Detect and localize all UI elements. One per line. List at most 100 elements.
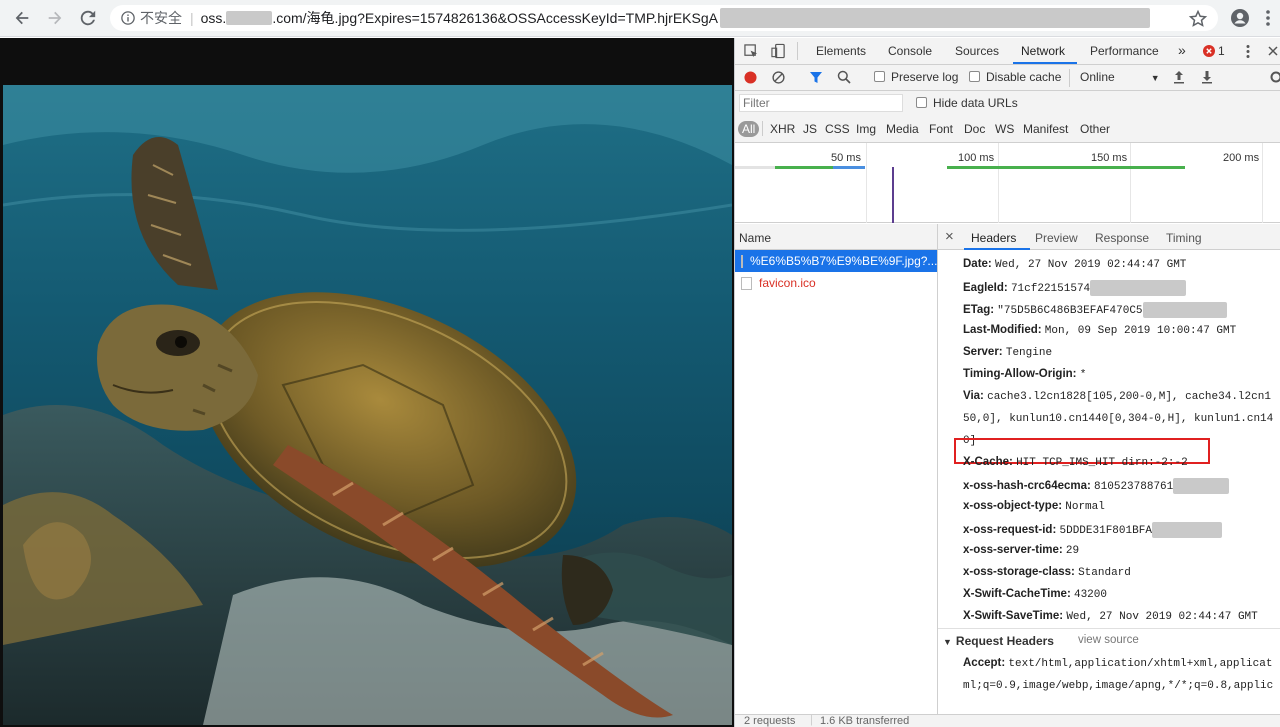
- header-row: x-oss-request-id: 5DDDE31F801BFA: [963, 522, 1222, 538]
- disable-cache-label: Disable cache: [986, 70, 1062, 84]
- hide-data-urls-checkbox[interactable]: Hide data URLs: [916, 96, 1018, 110]
- header-row: Via: cache3.l2cn1828[105,200-0,M], cache…: [963, 390, 1271, 403]
- redacted-value: [1173, 478, 1230, 494]
- type-manifest[interactable]: Manifest: [1023, 122, 1068, 136]
- clear-icon[interactable]: [772, 71, 785, 84]
- preserve-log-checkbox[interactable]: Preserve log: [874, 70, 958, 84]
- name-column-header[interactable]: Name: [735, 224, 937, 250]
- forward-arrow-icon: [48, 11, 62, 25]
- header-row: ml;q=0.9,image/webp,image/apng,*/*;q=0.8…: [963, 679, 1273, 692]
- request-headers-title: Request Headers: [955, 634, 1054, 648]
- type-all[interactable]: All: [738, 121, 760, 137]
- info-icon[interactable]: [121, 11, 135, 25]
- export-har-icon[interactable]: [1201, 70, 1213, 84]
- request-list: Name %E6%B5%B7%E9%BE%9F.jpg?... favicon.…: [735, 224, 938, 727]
- tab-console[interactable]: Console: [888, 44, 932, 58]
- url-host-prefix: oss.: [200, 10, 227, 26]
- tab-response[interactable]: Response: [1095, 231, 1149, 245]
- browser-menu-icon[interactable]: [1262, 8, 1274, 28]
- header-key: x-oss-object-type:: [963, 500, 1063, 512]
- header-key: Server:: [963, 346, 1003, 358]
- active-tab-indicator: [1013, 62, 1077, 64]
- timeline-tick-label: 50 ms: [831, 152, 861, 164]
- type-font[interactable]: Font: [929, 122, 953, 136]
- tab-sources[interactable]: Sources: [955, 44, 999, 58]
- header-key: Last-Modified:: [963, 324, 1042, 336]
- network-toolbar: Preserve log Disable cache Online ▼: [735, 65, 1280, 91]
- tab-headers[interactable]: Headers: [971, 231, 1016, 245]
- more-tabs-button[interactable]: »: [1178, 42, 1186, 58]
- timeline-overview[interactable]: 50 ms 100 ms 150 ms 200 ms: [735, 143, 1280, 223]
- reload-button[interactable]: [78, 8, 98, 28]
- header-key: x-oss-request-id:: [963, 524, 1057, 537]
- tab-timing[interactable]: Timing: [1166, 231, 1202, 245]
- header-value: 29: [1065, 545, 1080, 557]
- request-row[interactable]: favicon.ico: [735, 272, 937, 294]
- search-icon[interactable]: [837, 70, 851, 84]
- header-key: X-Swift-SaveTime:: [963, 610, 1064, 622]
- header-value: ml;q=0.9,image/webp,image/apng,*/*;q=0.8…: [963, 680, 1274, 692]
- redacted-domain: [226, 11, 273, 25]
- header-value: 50,0], kunlun10.cn1440[0,304-0,H], kunlu…: [963, 413, 1274, 425]
- reload-icon: [80, 10, 96, 26]
- type-xhr[interactable]: XHR: [770, 122, 795, 136]
- type-other[interactable]: Other: [1080, 122, 1110, 136]
- header-value: "75D5B6C486B3EFAF470C5: [997, 305, 1143, 318]
- tab-performance[interactable]: Performance: [1090, 44, 1159, 58]
- request-row[interactable]: %E6%B5%B7%E9%BE%9F.jpg?...: [735, 250, 937, 272]
- devtools-tabbar: Elements Console Sources Network Perform…: [735, 38, 1280, 65]
- dom-content-loaded-marker: [892, 167, 894, 223]
- type-media[interactable]: Media: [886, 122, 919, 136]
- type-doc[interactable]: Doc: [964, 122, 985, 136]
- inspect-element-icon[interactable]: [744, 44, 759, 59]
- devtools-menu-icon[interactable]: [1245, 44, 1251, 59]
- header-row: EagleId: 71cf22151574: [963, 280, 1187, 296]
- header-row: x-oss-object-type: Normal: [963, 500, 1105, 513]
- disable-cache-checkbox[interactable]: Disable cache: [969, 70, 1061, 84]
- record-icon[interactable]: [744, 71, 757, 84]
- header-key: Date:: [963, 258, 992, 270]
- address-bar[interactable]: 不安全 | oss. .com/海龟.jpg?Expires=157482613…: [110, 5, 1218, 31]
- forward-button[interactable]: [45, 8, 65, 28]
- close-devtools-icon[interactable]: [1267, 43, 1279, 59]
- header-row: x-oss-hash-crc64ecma: 810523788761: [963, 478, 1230, 494]
- header-row: x-oss-server-time: 29: [963, 544, 1079, 557]
- header-value: 43200: [1073, 589, 1107, 601]
- error-counter[interactable]: 1: [1203, 44, 1225, 58]
- header-value: Wed, 27 Nov 2019 02:44:47 GMT: [1066, 611, 1258, 623]
- type-ws[interactable]: WS: [995, 122, 1014, 136]
- tab-divider: [797, 42, 798, 60]
- tab-network[interactable]: Network: [1021, 44, 1065, 58]
- header-value: Standard: [1078, 567, 1131, 579]
- header-key: x-oss-hash-crc64ecma:: [963, 480, 1091, 493]
- throttle-select[interactable]: Online ▼: [1080, 70, 1160, 84]
- header-key: Accept:: [963, 657, 1006, 669]
- device-toolbar-icon[interactable]: [771, 43, 786, 59]
- status-divider: |: [810, 714, 813, 726]
- header-value: 810523788761: [1094, 481, 1174, 494]
- filter-input[interactable]: [739, 94, 903, 112]
- network-settings-gear-icon[interactable]: [1269, 70, 1280, 84]
- header-key: ETag:: [963, 304, 995, 317]
- type-css[interactable]: CSS: [825, 122, 850, 136]
- view-source-link[interactable]: view source: [1078, 634, 1139, 646]
- filter-funnel-icon[interactable]: [809, 71, 823, 84]
- bookmark-star-icon[interactable]: [1188, 9, 1208, 29]
- back-button[interactable]: [12, 8, 32, 28]
- header-value: text/html,application/xhtml+xml,applicat: [1008, 658, 1273, 670]
- header-key: X-Cache:: [963, 456, 1013, 468]
- tab-elements[interactable]: Elements: [816, 44, 866, 58]
- type-img[interactable]: Img: [856, 122, 876, 136]
- tab-preview[interactable]: Preview: [1035, 231, 1078, 245]
- header-value: 71cf22151574: [1010, 283, 1091, 296]
- type-js[interactable]: JS: [803, 122, 817, 136]
- header-value: cache3.l2cn1828[105,200-0,M], cache34.l2…: [987, 391, 1271, 403]
- timeline-tick-label: 150 ms: [1091, 152, 1128, 164]
- gridline: [1262, 143, 1263, 223]
- close-detail-button[interactable]: ×: [945, 228, 954, 245]
- request-headers-section[interactable]: ▼ Request Headers: [943, 634, 1054, 648]
- import-har-icon[interactable]: [1173, 70, 1185, 84]
- preserve-log-label: Preserve log: [891, 70, 959, 84]
- timeline-tick-label: 200 ms: [1223, 152, 1260, 164]
- account-icon[interactable]: [1230, 8, 1250, 28]
